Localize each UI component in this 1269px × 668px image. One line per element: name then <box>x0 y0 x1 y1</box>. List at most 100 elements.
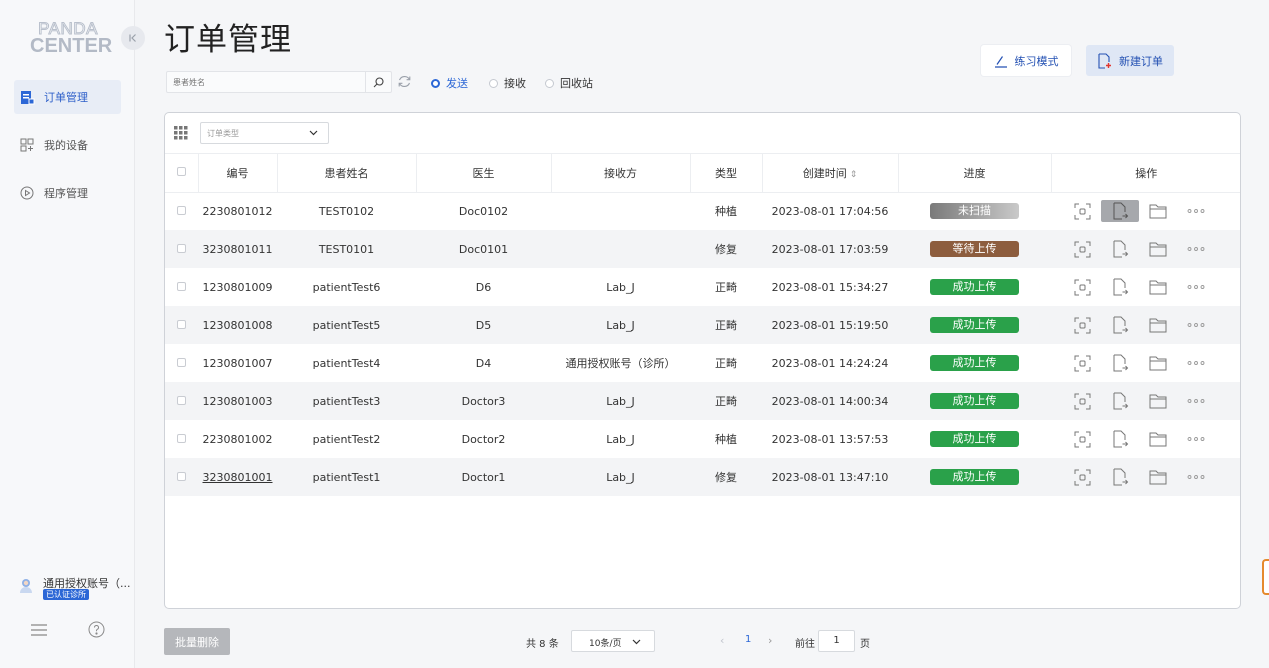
page-title: 订单管理 <box>164 22 292 58</box>
row-checkbox[interactable] <box>177 471 186 481</box>
order-id[interactable]: 1230801007 <box>203 357 273 370</box>
order-type: 修复 <box>690 458 762 496</box>
radio-send[interactable]: 发送 <box>431 75 468 91</box>
upload-file-icon[interactable] <box>1101 276 1139 298</box>
receiver-name: Lab_J <box>551 458 690 496</box>
row-checkbox[interactable] <box>177 243 186 253</box>
table-row[interactable]: 1230801008 patientTest5 D5 Lab_J 正畸 2023-08-0… <box>165 306 1240 344</box>
table-row[interactable]: 3230801011 TEST0101 Doc0101 修复 2023-08-01 17… <box>165 230 1240 268</box>
help-icon[interactable] <box>88 621 105 638</box>
folder-icon[interactable] <box>1139 238 1177 260</box>
device-grid-icon <box>19 137 35 153</box>
progress-badge: 成功上传 <box>930 355 1019 371</box>
search-icon[interactable] <box>365 72 391 92</box>
more-options-icon[interactable] <box>1177 466 1215 488</box>
patient-search-box <box>166 71 392 93</box>
more-options-icon[interactable] <box>1177 390 1215 412</box>
order-id[interactable]: 1230801009 <box>203 281 273 294</box>
folder-icon[interactable] <box>1139 428 1177 450</box>
table-row[interactable]: 3230801001 patientTest1 Doctor1 Lab_J 修复 2023… <box>165 458 1240 496</box>
folder-icon[interactable] <box>1139 200 1177 222</box>
upload-file-icon[interactable] <box>1101 352 1139 374</box>
prev-page-button[interactable]: ‹ <box>720 634 724 647</box>
collapse-sidebar-button[interactable] <box>121 26 145 50</box>
order-id[interactable]: 3230801001 <box>203 471 273 484</box>
order-id[interactable]: 2230801002 <box>203 433 273 446</box>
goto-page-input[interactable]: 1 <box>818 630 855 652</box>
hamburger-menu-icon[interactable] <box>30 623 48 637</box>
refresh-icon[interactable] <box>397 74 412 89</box>
upload-file-icon[interactable] <box>1101 428 1139 450</box>
row-checkbox[interactable] <box>177 433 186 443</box>
more-options-icon[interactable] <box>1177 314 1215 336</box>
created-time: 2023-08-01 13:57:53 <box>771 432 889 446</box>
table-row[interactable]: 1230801003 patientTest3 Doctor3 Lab_J 正畸 2023… <box>165 382 1240 420</box>
upload-file-icon[interactable] <box>1101 466 1139 488</box>
sort-icon[interactable]: ⇕ <box>850 170 858 180</box>
created-time: 2023-08-01 14:24:24 <box>771 356 889 370</box>
order-type-select[interactable]: 订单类型 <box>200 122 329 144</box>
col-header-created[interactable]: 创建时间 ⇕ <box>762 154 899 193</box>
order-id[interactable]: 1230801008 <box>203 319 273 332</box>
column-settings-grid-icon[interactable] <box>174 126 188 140</box>
order-id[interactable]: 3230801011 <box>203 243 273 256</box>
page-number-current[interactable]: 1 <box>745 634 751 645</box>
patient-name: patientTest1 <box>277 458 416 496</box>
upload-file-icon[interactable] <box>1101 390 1139 412</box>
table-row[interactable]: 1230801009 patientTest6 D6 Lab_J 正畸 2023-08-0… <box>165 268 1240 306</box>
scan-icon[interactable] <box>1063 352 1101 374</box>
verified-clinic-badge: 已认证诊所 <box>43 589 89 600</box>
scan-icon[interactable] <box>1063 276 1101 298</box>
folder-icon[interactable] <box>1139 390 1177 412</box>
radio-receive[interactable]: 接收 <box>489 75 526 91</box>
floating-side-tab[interactable] <box>1262 559 1269 595</box>
upload-file-icon[interactable] <box>1101 314 1139 336</box>
row-checkbox[interactable] <box>177 395 186 405</box>
row-checkbox[interactable] <box>177 319 186 329</box>
upload-file-icon[interactable] <box>1101 238 1139 260</box>
scan-icon[interactable] <box>1063 314 1101 336</box>
patient-name: patientTest6 <box>312 280 381 294</box>
folder-icon[interactable] <box>1139 466 1177 488</box>
select-all-checkbox[interactable] <box>176 167 186 177</box>
more-options-icon[interactable] <box>1177 352 1215 374</box>
table-row[interactable]: 1230801007 patientTest4 D4 通用授权账号（诊所） 正畸 2023… <box>165 344 1240 382</box>
doctor-name: Doctor2 <box>461 432 506 446</box>
folder-icon[interactable] <box>1139 314 1177 336</box>
scan-icon[interactable] <box>1063 390 1101 412</box>
practice-mode-button[interactable]: 练习模式 <box>981 45 1071 76</box>
order-type: 种植 <box>715 433 737 446</box>
order-id[interactable]: 2230801012 <box>203 205 273 218</box>
radio-recycle-bin[interactable]: 回收站 <box>545 75 593 91</box>
more-options-icon[interactable] <box>1177 238 1215 260</box>
new-order-button[interactable]: 新建订单 <box>1086 45 1174 76</box>
folder-icon[interactable] <box>1139 276 1177 298</box>
user-profile[interactable]: 通用授权账号（... 已认证诊所 <box>16 573 131 601</box>
more-options-icon[interactable] <box>1177 276 1215 298</box>
sidebar-item-orders[interactable]: 订单管理 <box>14 80 121 114</box>
table-row[interactable]: 2230801012 TEST0102 Doc0102 种植 2023-08-01 17… <box>165 192 1240 230</box>
total-count: 共 8 条 <box>526 639 559 650</box>
sidebar-item-programs[interactable]: 程序管理 <box>14 176 121 210</box>
patient-search-input[interactable] <box>167 72 357 92</box>
scan-icon[interactable] <box>1063 200 1101 222</box>
batch-delete-button[interactable]: 批量删除 <box>164 628 230 655</box>
scan-icon[interactable] <box>1063 466 1101 488</box>
order-list-icon <box>19 89 35 105</box>
more-options-icon[interactable] <box>1177 200 1215 222</box>
more-options-icon[interactable] <box>1177 428 1215 450</box>
order-id[interactable]: 1230801003 <box>203 395 273 408</box>
folder-icon[interactable] <box>1139 352 1177 374</box>
upload-file-icon[interactable] <box>1101 200 1139 223</box>
row-checkbox[interactable] <box>177 281 186 291</box>
row-checkbox[interactable] <box>177 205 186 215</box>
scan-icon[interactable] <box>1063 428 1101 450</box>
next-page-button[interactable]: › <box>768 634 772 647</box>
page-size-select[interactable]: 10条/页 <box>571 630 655 652</box>
row-checkbox[interactable] <box>177 357 186 367</box>
sidebar-item-devices[interactable]: 我的设备 <box>14 128 121 162</box>
scan-icon[interactable] <box>1063 238 1101 260</box>
table-row[interactable]: 2230801002 patientTest2 Doctor2 Lab_J 种植 2023… <box>165 420 1240 458</box>
goto-label: 前往 <box>795 639 815 650</box>
receiver-name <box>551 230 690 268</box>
